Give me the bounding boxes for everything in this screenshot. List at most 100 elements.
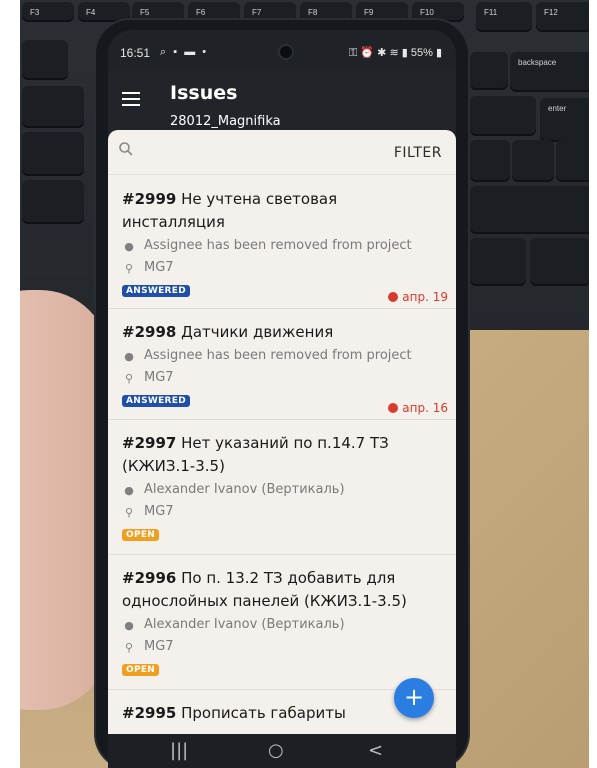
keyboard-key-backspace: backspace [510,52,594,92]
issue-assignee: ● Alexander Ivanov (Вертикаль) [122,617,446,635]
battery-percent: 55% [410,47,433,59]
project-subtitle: 28012_Magnifika [170,114,281,129]
issue-title: #2996 По п. 13.2 ТЗ добавить для односло… [122,567,442,613]
issue-location: ⚲ MG7 [122,370,446,388]
chat-notification-icon: ▪ [173,46,180,58]
system-nav-bar: ||| ○ < [108,734,456,768]
issue-number: #2998 [122,323,177,341]
issue-title: #2999 Не учтена световая инсталляция [122,188,442,234]
issue-location: ⚲ MG7 [122,504,446,522]
phone-screen: 16:51 ⌕ ▪ ▬ • ⚿ ⏰ ✱ ≋ ▮ 55% ▮ Issues 280… [108,30,456,768]
location-text: MG7 [144,639,174,654]
issue-number: #2996 [122,569,177,587]
home-button[interactable]: ○ [268,740,284,761]
status-badge: ANSWERED [122,285,191,297]
wifi-icon: ≋ [389,47,399,59]
issue-number: #2997 [122,434,177,452]
search-notification-icon: ⌕ [160,46,169,58]
issues-panel: FILTER #2999 Не учтена световая инсталля… [108,130,456,734]
key-icon: ⚿ [348,47,358,59]
issue-title: #2997 Нет указаний по п.14.7 ТЗ (КЖИЗ.1-… [122,432,442,478]
photo-border-right [589,0,597,768]
due-date-text: апр. 16 [402,401,448,415]
due-date: апр. 19 [388,290,448,304]
location-pin-icon: ⚲ [124,372,134,385]
keyboard-key [470,52,508,90]
signal-icon: ▮ [401,47,408,59]
keyboard-key [512,140,554,182]
keyboard-key-f5: F5 [132,2,184,22]
keyboard-key-f8: F8 [300,2,352,22]
photo-border-left [0,0,20,768]
filter-button[interactable]: FILTER [394,145,442,161]
add-issue-button[interactable]: + [394,678,434,718]
app-bar: Issues 28012_Magnifika [108,70,456,132]
keyboard-key-f12: F12 [536,2,592,32]
issue-item[interactable]: #2999 Не учтена световая инсталляция ● A… [108,176,456,309]
location-text: MG7 [144,370,174,385]
status-time: 16:51 [120,46,151,60]
issue-assignee: ● Alexander Ivanov (Вертикаль) [122,482,446,500]
keyboard-key-f11: F11 [476,2,532,32]
person-icon: ● [124,350,134,363]
issue-item[interactable]: #2997 Нет указаний по п.14.7 ТЗ (КЖИЗ.1-… [108,420,456,555]
search-bar[interactable]: FILTER [108,130,456,175]
issue-item[interactable]: #2996 По п. 13.2 ТЗ добавить для односло… [108,555,456,690]
location-pin-icon: ⚲ [124,262,134,275]
issue-title-text: Датчики движения [181,323,334,341]
keyboard-key-f9: F9 [356,2,408,22]
issue-location: ⚲ MG7 [122,260,446,278]
location-text: MG7 [144,504,174,519]
location-pin-icon: ⚲ [124,641,134,654]
keyboard-key-f4: F4 [78,2,130,22]
front-camera [280,46,292,58]
keyboard-key-f6: F6 [188,2,240,22]
keyboard-key [530,238,590,286]
issue-assignee: ● Assignee has been removed from project [122,348,446,366]
status-badge: OPEN [122,664,160,676]
person-icon: ● [124,484,134,497]
status-badge: ANSWERED [122,395,191,407]
back-button[interactable]: < [368,740,383,761]
page-title: Issues [170,82,238,104]
assignee-text: Assignee has been removed from project [144,348,412,363]
keyboard-key [470,186,596,234]
status-badge: OPEN [122,529,160,541]
keyboard-key [22,86,84,128]
person-icon: ● [124,240,134,253]
due-date-text: апр. 19 [402,290,448,304]
issue-title: #2998 Датчики движения [122,321,442,344]
keyboard-key [22,180,84,224]
dot-icon: • [202,46,209,58]
issue-item[interactable]: #2998 Датчики движения ● Assignee has be… [108,309,456,420]
search-icon[interactable] [118,141,134,157]
notification-icons: ⌕ ▪ ▬ • [160,46,208,59]
keyboard-key-enter: enter [540,98,596,142]
issue-location: ⚲ MG7 [122,639,446,657]
issue-title: #2995 Прописать габариты [122,702,442,725]
issue-list: #2999 Не учтена световая инсталляция ● A… [108,176,456,734]
issue-title-text: Прописать габариты [181,704,346,722]
issue-number: #2999 [122,190,177,208]
location-pin-icon: ⚲ [124,506,134,519]
keyboard-key [22,132,84,176]
alarm-icon: ⏰ [360,47,375,59]
location-text: MG7 [144,260,174,275]
bluetooth-icon: ✱ [377,47,387,59]
due-date: апр. 16 [388,401,448,415]
recent-apps-button[interactable]: ||| [170,740,188,761]
app-notification-icon: ▬ [184,46,198,58]
alarm-clock-icon [388,403,399,413]
hamburger-menu-icon[interactable] [122,92,140,106]
status-right-icons: ⚿ ⏰ ✱ ≋ ▮ 55% ▮ [349,46,442,60]
issue-number: #2995 [122,704,177,722]
assignee-text: Alexander Ivanov (Вертикаль) [144,617,345,632]
issue-assignee: ● Assignee has been removed from project [122,238,446,256]
keyboard-key [470,238,526,286]
keyboard-key-f3: F3 [22,2,74,22]
status-bar: 16:51 ⌕ ▪ ▬ • ⚿ ⏰ ✱ ≋ ▮ 55% ▮ [108,30,456,70]
assignee-text: Assignee has been removed from project [144,238,412,253]
keyboard-key [470,96,536,136]
keyboard-key [22,40,68,80]
assignee-text: Alexander Ivanov (Вертикаль) [144,482,345,497]
